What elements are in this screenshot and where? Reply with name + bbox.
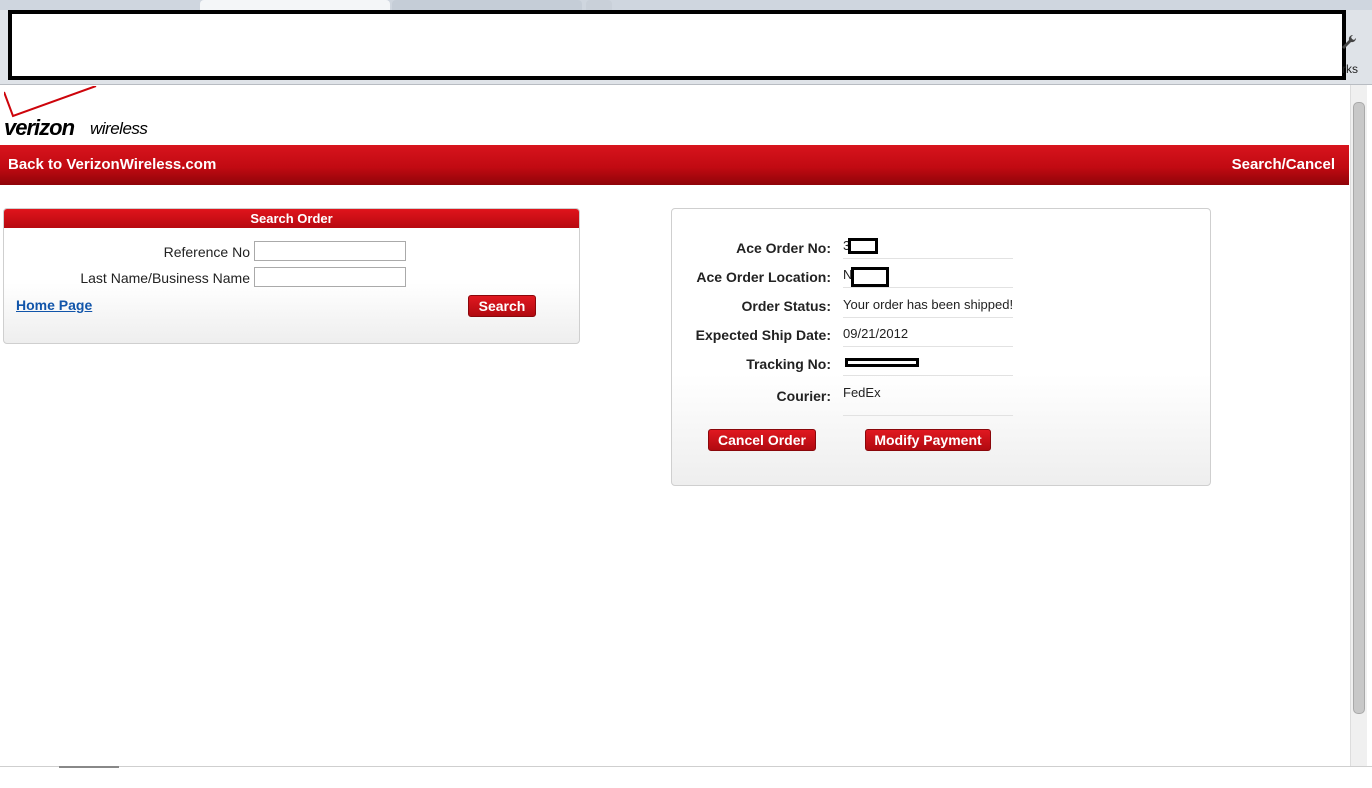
status-bar-divider	[0, 766, 1372, 767]
redaction-box	[851, 267, 889, 287]
scrollbar-thumb[interactable]	[1353, 102, 1365, 714]
logo-wireless-text: wireless	[90, 119, 148, 138]
ace-order-no-value: 3	[843, 238, 1013, 259]
browser-tab[interactable]	[392, 0, 582, 10]
ace-order-no-label: Ace Order No:	[736, 240, 831, 256]
logo-verizon-text: verizon	[4, 115, 75, 140]
tracking-no-label: Tracking No:	[746, 356, 831, 372]
chrome-divider	[0, 84, 1372, 85]
search-button[interactable]: Search	[468, 295, 536, 317]
verizon-wireless-logo: verizon wireless	[4, 86, 154, 142]
browser-tab-active[interactable]	[200, 0, 390, 10]
tracking-no-value: 1	[843, 355, 1013, 376]
last-name-label: Last Name/Business Name	[80, 270, 250, 286]
search-order-title: Search Order	[4, 209, 579, 228]
last-name-input[interactable]	[254, 267, 406, 287]
new-tab-button[interactable]	[586, 0, 612, 10]
bookmarks-label[interactable]: rks	[1342, 62, 1358, 76]
redaction-box	[848, 238, 878, 254]
ace-order-location-label: Ace Order Location:	[696, 269, 831, 285]
back-to-verizon-link[interactable]: Back to VerizonWireless.com	[8, 156, 216, 173]
status-bar-tab	[59, 766, 119, 768]
ace-order-location-value: N 1	[843, 267, 1013, 288]
order-status-value: Your order has been shipped!	[843, 297, 1013, 318]
wrench-icon[interactable]	[1340, 33, 1360, 53]
order-details-panel: Ace Order No: 3 Ace Order Location: N 1 …	[671, 208, 1211, 486]
redaction-box	[845, 358, 919, 367]
modify-payment-button[interactable]: Modify Payment	[865, 429, 991, 451]
home-page-link[interactable]: Home Page	[16, 297, 92, 313]
cancel-order-button[interactable]: Cancel Order	[708, 429, 816, 451]
redacted-toolbar	[8, 10, 1346, 80]
search-order-panel: Search Order Reference No Last Name/Busi…	[3, 208, 580, 344]
expected-ship-date-label: Expected Ship Date:	[695, 327, 831, 343]
expected-ship-date-value: 09/21/2012	[843, 326, 1013, 347]
browser-tab-strip	[0, 0, 1372, 10]
courier-label: Courier:	[776, 388, 831, 404]
courier-value: FedEx	[843, 385, 1013, 416]
order-status-label: Order Status:	[741, 298, 831, 314]
top-nav-bar: Back to VerizonWireless.com Search/Cance…	[0, 145, 1349, 185]
search-cancel-link[interactable]: Search/Cancel	[1232, 156, 1335, 173]
reference-no-label: Reference No	[163, 244, 250, 260]
reference-no-input[interactable]	[254, 241, 406, 261]
